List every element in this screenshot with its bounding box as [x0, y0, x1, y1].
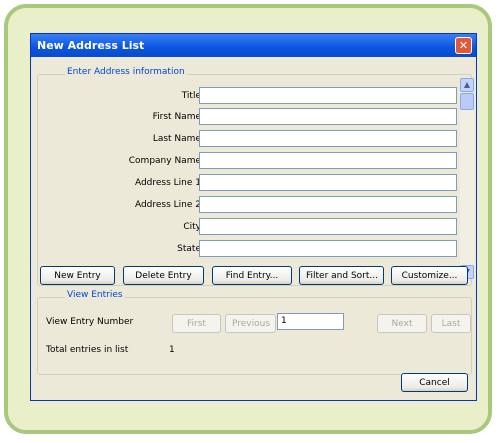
view-entries-group: [37, 297, 472, 375]
find-entry-button[interactable]: Find Entry...: [212, 266, 292, 285]
previous-button[interactable]: Previous: [225, 314, 276, 333]
first-name-label: First Name: [152, 112, 201, 122]
address-line-1-label: Address Line 1: [134, 178, 201, 188]
field-row-state: State: [40, 240, 460, 260]
field-row-address-line-1: Address Line 1: [40, 174, 460, 194]
field-row-address-line-2: Address Line 2: [40, 196, 460, 216]
address-fields-scroll-area: Title First Name Last Name Company Name …: [40, 86, 465, 279]
dialog-title: New Address List: [37, 39, 145, 52]
last-name-field[interactable]: [199, 130, 457, 147]
state-label: State: [177, 244, 201, 254]
new-address-list-dialog: New Address List ✕ Title First Name Last…: [30, 33, 477, 401]
company-name-label: Company Name: [128, 156, 201, 166]
scroll-up-arrow-icon[interactable]: ▲: [460, 78, 474, 92]
cancel-button[interactable]: Cancel: [401, 373, 468, 392]
filter-and-sort-button[interactable]: Filter and Sort...: [299, 266, 384, 285]
address-info-group: Title First Name Last Name Company Name …: [37, 74, 472, 286]
new-entry-button[interactable]: New Entry: [40, 266, 115, 285]
address-line-2-field[interactable]: [199, 196, 457, 213]
first-name-field[interactable]: [199, 108, 457, 125]
field-row-title: Title: [40, 87, 460, 107]
address-info-legend: Enter Address information: [65, 67, 187, 77]
customize-button[interactable]: Customize...: [391, 266, 468, 285]
delete-entry-button[interactable]: Delete Entry: [123, 266, 204, 285]
view-entries-legend: View Entries: [65, 290, 125, 300]
title-field[interactable]: [199, 87, 457, 104]
state-field[interactable]: [199, 240, 457, 257]
total-entries-label: Total entries in list: [46, 345, 129, 355]
close-button[interactable]: ✕: [455, 37, 472, 54]
company-name-field[interactable]: [199, 152, 457, 169]
view-entry-number-label: View Entry Number: [46, 317, 134, 327]
address-line-2-label: Address Line 2: [134, 200, 201, 210]
next-button[interactable]: Next: [377, 314, 427, 333]
last-name-label: Last Name: [152, 134, 201, 144]
field-row-company-name: Company Name: [40, 152, 460, 172]
address-line-1-field[interactable]: [199, 174, 457, 191]
first-button[interactable]: First: [172, 314, 221, 333]
entry-number-input[interactable]: 1: [277, 313, 344, 330]
city-field[interactable]: [199, 218, 457, 235]
title-bar: New Address List ✕: [31, 34, 476, 57]
field-row-city: City: [40, 218, 460, 238]
field-row-last-name: Last Name: [40, 130, 460, 150]
total-entries-value: 1: [169, 345, 175, 355]
scroll-thumb[interactable]: [460, 93, 474, 110]
address-scrollbar[interactable]: ▲ ▼: [460, 78, 474, 279]
field-row-first-name: First Name: [40, 108, 460, 128]
last-button[interactable]: Last: [431, 314, 471, 333]
